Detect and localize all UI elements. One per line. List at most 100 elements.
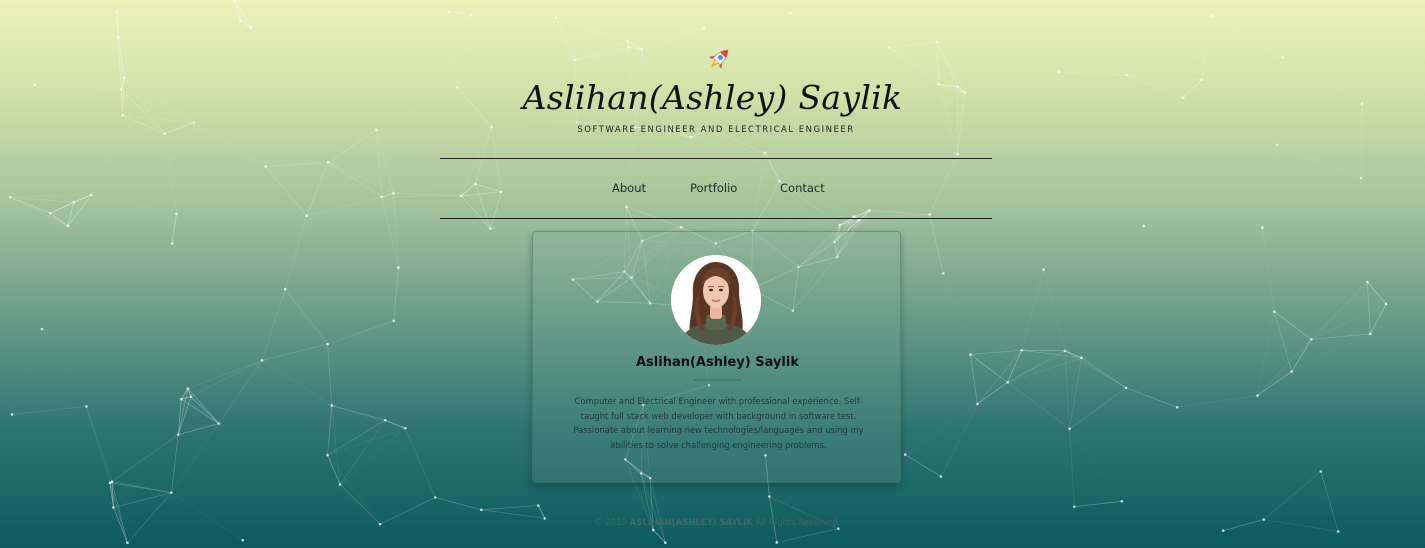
network-line (574, 40, 628, 61)
network-node (1310, 338, 1313, 341)
network-line (171, 492, 244, 541)
network-line (904, 454, 942, 477)
network-line (1064, 350, 1127, 389)
network-node (499, 190, 503, 194)
network-node (1068, 427, 1071, 431)
network-line (265, 161, 329, 168)
network-node (1175, 405, 1179, 409)
network-node (241, 538, 245, 542)
network-line (1273, 311, 1312, 340)
network-line (1074, 500, 1122, 508)
network-line (109, 434, 179, 484)
network-line (1201, 57, 1283, 81)
network-node (1365, 280, 1369, 284)
network-node (326, 453, 329, 457)
profile-bio: Computer and Electrical Engineer with pr… (573, 396, 864, 450)
network-node (1120, 499, 1124, 503)
network-node (1124, 386, 1128, 390)
network-line (164, 133, 177, 214)
network-node (1072, 505, 1076, 508)
network-line (1021, 269, 1045, 351)
network-node (1063, 349, 1067, 353)
network-line (690, 136, 766, 154)
network-node (397, 266, 400, 269)
network-node (1042, 268, 1046, 271)
network-node (887, 46, 891, 49)
network-node (1384, 302, 1388, 306)
profile-card: Aslihan(Ashley) Saylik Computer and Elec… (532, 231, 901, 483)
network-node (942, 272, 945, 275)
network-line (1277, 145, 1361, 178)
network-node (554, 16, 558, 19)
network-node (326, 160, 330, 164)
network-line (627, 28, 705, 42)
network-node (1080, 356, 1083, 360)
network-node (48, 211, 52, 215)
network-line (869, 210, 930, 215)
network-line (113, 492, 172, 508)
network-line (1212, 15, 1284, 58)
network-line (187, 359, 263, 389)
network-node (573, 58, 577, 62)
network-line (307, 193, 394, 215)
network-line (393, 267, 399, 321)
network-node (1006, 381, 1009, 384)
network-line (904, 403, 978, 455)
network-node (392, 319, 396, 323)
network-line (1257, 311, 1275, 396)
network-line (555, 17, 628, 42)
network-line (556, 17, 642, 49)
network-line (889, 41, 937, 48)
network-line (49, 201, 74, 214)
network-line (970, 354, 1008, 383)
network-line (1007, 357, 1082, 383)
avatar (671, 255, 761, 345)
network-node (305, 214, 308, 217)
network-line (327, 419, 386, 456)
avatar-portrait-image (671, 255, 761, 345)
network-line (1366, 281, 1387, 305)
network-line (327, 344, 333, 406)
network-line (171, 213, 177, 244)
network-line (331, 405, 341, 485)
nav-item-about[interactable]: About (612, 181, 646, 195)
network-node (1281, 56, 1285, 59)
network-line (475, 183, 502, 193)
network-node (338, 483, 342, 486)
network-line (85, 406, 111, 483)
network-node (392, 191, 395, 195)
network-line (1007, 382, 1070, 430)
network-node (1020, 348, 1023, 352)
network-line (1311, 333, 1371, 340)
network-node (1369, 332, 1372, 336)
network-line (91, 194, 177, 215)
network-line (218, 360, 263, 424)
network-node (459, 194, 463, 198)
network-line (11, 405, 87, 415)
network-node (175, 212, 178, 216)
network-node (176, 433, 180, 436)
network-line (385, 420, 435, 497)
network-node (575, 121, 579, 124)
network-line (1366, 281, 1371, 334)
network-line (177, 123, 194, 214)
nav-top-divider (440, 158, 992, 159)
profile-divider (693, 379, 741, 381)
network-line (929, 214, 944, 274)
network-node (702, 27, 706, 30)
network-line (328, 161, 394, 194)
network-line (490, 191, 502, 229)
network-line (710, 128, 780, 182)
network-node (170, 491, 173, 494)
network-node (956, 152, 959, 156)
nav-item-contact[interactable]: Contact (780, 181, 825, 195)
network-line (42, 329, 86, 406)
network-node (626, 40, 629, 43)
network-node (651, 528, 655, 532)
network-node (1261, 226, 1264, 230)
network-node (788, 11, 792, 15)
network-line (456, 14, 472, 88)
network-node (1290, 370, 1293, 373)
network-node (480, 508, 483, 512)
nav-item-portfolio[interactable]: Portfolio (690, 181, 737, 195)
